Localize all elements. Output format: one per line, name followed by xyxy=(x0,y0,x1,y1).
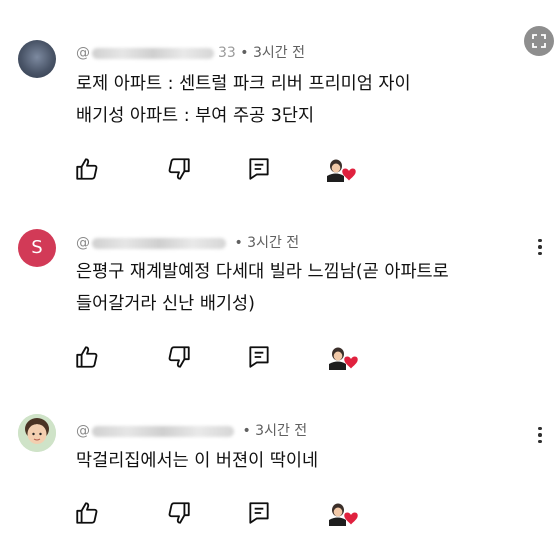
creator-heart-badge[interactable] xyxy=(324,156,358,186)
comment-body: 로제 아파트 : 센트럴 파크 리버 프리미엄 자이 배기성 아파트 : 부여 … xyxy=(76,68,411,132)
more-options-button[interactable] xyxy=(532,422,548,448)
reply-icon xyxy=(249,158,269,180)
thumbs-down-icon xyxy=(168,158,190,180)
more-vert-icon xyxy=(538,426,542,431)
more-vert-icon-dot xyxy=(538,439,542,444)
comment-line: 로제 아파트 : 센트럴 파크 리버 프리미엄 자이 xyxy=(76,74,411,94)
comment-time: • 3시간 전 xyxy=(234,235,300,251)
comment-line: 막걸리집에서는 이 버젼이 딱이네 xyxy=(76,451,319,471)
reply-button[interactable] xyxy=(246,156,276,186)
like-button[interactable] xyxy=(74,344,104,374)
creator-heart-badge[interactable] xyxy=(326,500,360,530)
creator-heart-icon xyxy=(329,503,358,526)
like-button[interactable] xyxy=(74,156,104,186)
comment-body: 막걸리집에서는 이 버젼이 딱이네 xyxy=(76,445,318,477)
creator-heart-icon xyxy=(329,347,358,370)
redacted-handle[interactable] xyxy=(92,237,226,249)
comment-line: 배기성 아파트 : 부여 주공 3단지 xyxy=(76,106,315,126)
reply-button[interactable] xyxy=(246,500,276,530)
commenter-avatar[interactable] xyxy=(18,414,56,452)
more-vert-icon xyxy=(538,238,542,243)
more-vert-icon-dot xyxy=(538,245,542,249)
like-button[interactable] xyxy=(74,500,104,530)
creator-heart-icon xyxy=(327,159,356,182)
expand-icon xyxy=(532,34,546,48)
thumbs-up-icon xyxy=(76,158,98,180)
dislike-button[interactable] xyxy=(166,156,196,186)
more-vert-icon-dot xyxy=(538,251,542,256)
comment-actions xyxy=(74,156,374,186)
comment-time: • 3시간 전 xyxy=(240,45,305,61)
redacted-handle[interactable] xyxy=(92,47,214,59)
comment-actions xyxy=(74,344,374,374)
thumbs-down-icon xyxy=(168,346,190,368)
commenter-avatar[interactable]: S xyxy=(18,229,56,267)
kid-photo-avatar xyxy=(18,414,56,452)
comment-body: 은평구 재계발예정 다세대 빌라 느낌남(곧 아파트로 들어갈거라 신난 배기성… xyxy=(76,256,449,320)
redacted-handle[interactable] xyxy=(92,425,234,437)
more-options-button[interactable] xyxy=(532,234,548,260)
comment-line: 은평구 재계발예정 다세대 빌라 느낌남(곧 아파트로 xyxy=(76,262,449,282)
comment-time: • 3시간 전 xyxy=(242,423,308,439)
dislike-button[interactable] xyxy=(166,344,196,374)
comment-meta: @ • 3시간 전 xyxy=(76,235,300,251)
comment-meta: @33 • 3시간 전 xyxy=(76,45,305,61)
reply-icon xyxy=(249,502,269,524)
reply-button[interactable] xyxy=(246,344,276,374)
comment-meta: @ • 3시간 전 xyxy=(76,423,308,439)
thumbs-down-icon xyxy=(168,502,190,524)
thumbs-up-icon xyxy=(76,346,98,368)
creator-heart-badge[interactable] xyxy=(326,344,360,374)
reply-icon xyxy=(249,346,269,368)
expand-button[interactable] xyxy=(524,26,554,56)
dislike-button[interactable] xyxy=(166,500,196,530)
comment-line: 들어갈거라 신난 배기성) xyxy=(76,294,255,314)
thumbs-up-icon xyxy=(76,502,98,524)
comment-actions xyxy=(74,500,374,530)
commenter-avatar[interactable] xyxy=(18,40,56,78)
more-vert-icon-dot xyxy=(538,433,542,437)
